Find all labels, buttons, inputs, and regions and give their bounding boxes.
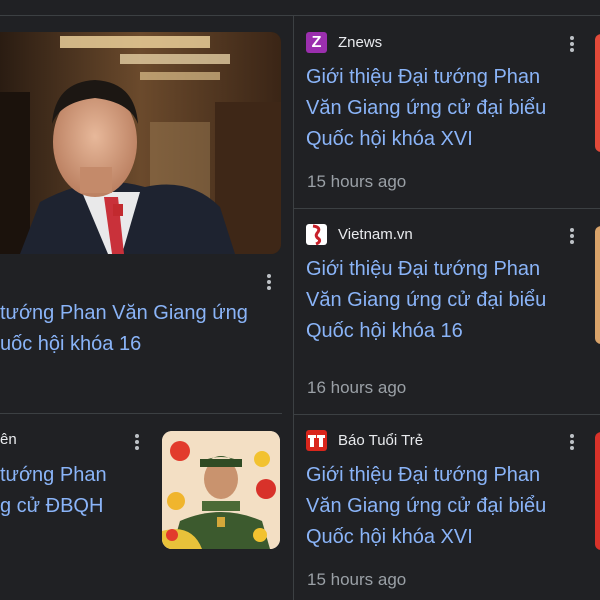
card-title[interactable]: Giới thiệu Đại tướng Phan Văn Giang ứng …	[306, 62, 578, 155]
left-divider	[0, 413, 282, 414]
news-results-page: tướng Phan Văn Giang ứng uốc hội khóa 16…	[0, 0, 600, 600]
hero-story-title[interactable]: tướng Phan Văn Giang ứng uốc hội khóa 16	[0, 298, 280, 360]
card-title-line: Quốc hội khóa XVI	[306, 526, 473, 548]
story3-title-line: g cử ĐBQH	[0, 495, 104, 517]
card-title[interactable]: Giới thiệu Đại tướng Phan Văn Giang ứng …	[306, 254, 578, 347]
column-divider	[293, 16, 294, 600]
hero-more-options-icon[interactable]	[262, 272, 276, 292]
news-card[interactable]: Báo Tuổi Trẻ Giới thiệu Đại tướng Phan V…	[306, 430, 600, 600]
card-timestamp: 16 hours ago	[307, 378, 407, 397]
hero-title-line: tướng Phan Văn Giang ứng	[0, 302, 248, 324]
znews-logo-icon: Z	[306, 32, 327, 53]
card-title-line: Văn Giang ứng cử đại biểu	[306, 289, 547, 311]
card3-thumbnail-edge[interactable]	[595, 432, 600, 550]
right-divider	[294, 414, 600, 415]
card-title-line: Quốc hội khóa XVI	[306, 128, 473, 150]
vietnam-vn-logo-icon	[306, 224, 327, 245]
story3-title[interactable]: tướng Phan g cử ĐBQH	[0, 460, 150, 522]
right-divider	[294, 208, 600, 209]
card-title-line: Quốc hội khóa 16	[306, 320, 463, 342]
card-title-line: Giới thiệu Đại tướng Phan	[306, 258, 541, 280]
hero-title-line: uốc hội khóa 16	[0, 333, 142, 355]
card-title-line: Văn Giang ứng cử đại biểu	[306, 495, 547, 517]
card-title-line: Giới thiệu Đại tướng Phan	[306, 66, 541, 88]
card-timestamp: 15 hours ago	[307, 570, 407, 589]
card-source-name: Znews	[338, 34, 383, 51]
card-timestamp: 15 hours ago	[307, 172, 407, 191]
story3-source-name: ên	[0, 431, 17, 448]
card-title-line: Văn Giang ứng cử đại biểu	[306, 97, 547, 119]
story3-title-line: tướng Phan	[0, 464, 107, 486]
card1-more-options-icon[interactable]	[565, 34, 579, 54]
card2-more-options-icon[interactable]	[565, 226, 579, 246]
card-source-name: Báo Tuổi Trẻ	[338, 432, 424, 449]
card3-more-options-icon[interactable]	[565, 432, 579, 452]
card-title[interactable]: Giới thiệu Đại tướng Phan Văn Giang ứng …	[306, 460, 578, 553]
card1-thumbnail-edge[interactable]	[595, 34, 600, 152]
card-title-line: Giới thiệu Đại tướng Phan	[306, 464, 541, 486]
news-card[interactable]: Z Znews Giới thiệu Đại tướng Phan Văn Gi…	[306, 32, 600, 212]
top-divider	[0, 15, 600, 16]
hero-story-image[interactable]	[0, 32, 281, 254]
story3-thumbnail[interactable]	[162, 431, 280, 549]
story3-more-options-icon[interactable]	[130, 432, 144, 452]
tuoi-tre-logo-icon	[306, 430, 327, 451]
news-card[interactable]: Vietnam.vn Giới thiệu Đại tướng Phan Văn…	[306, 224, 600, 404]
card2-thumbnail-edge[interactable]	[595, 226, 600, 344]
card-source-name: Vietnam.vn	[338, 226, 413, 243]
